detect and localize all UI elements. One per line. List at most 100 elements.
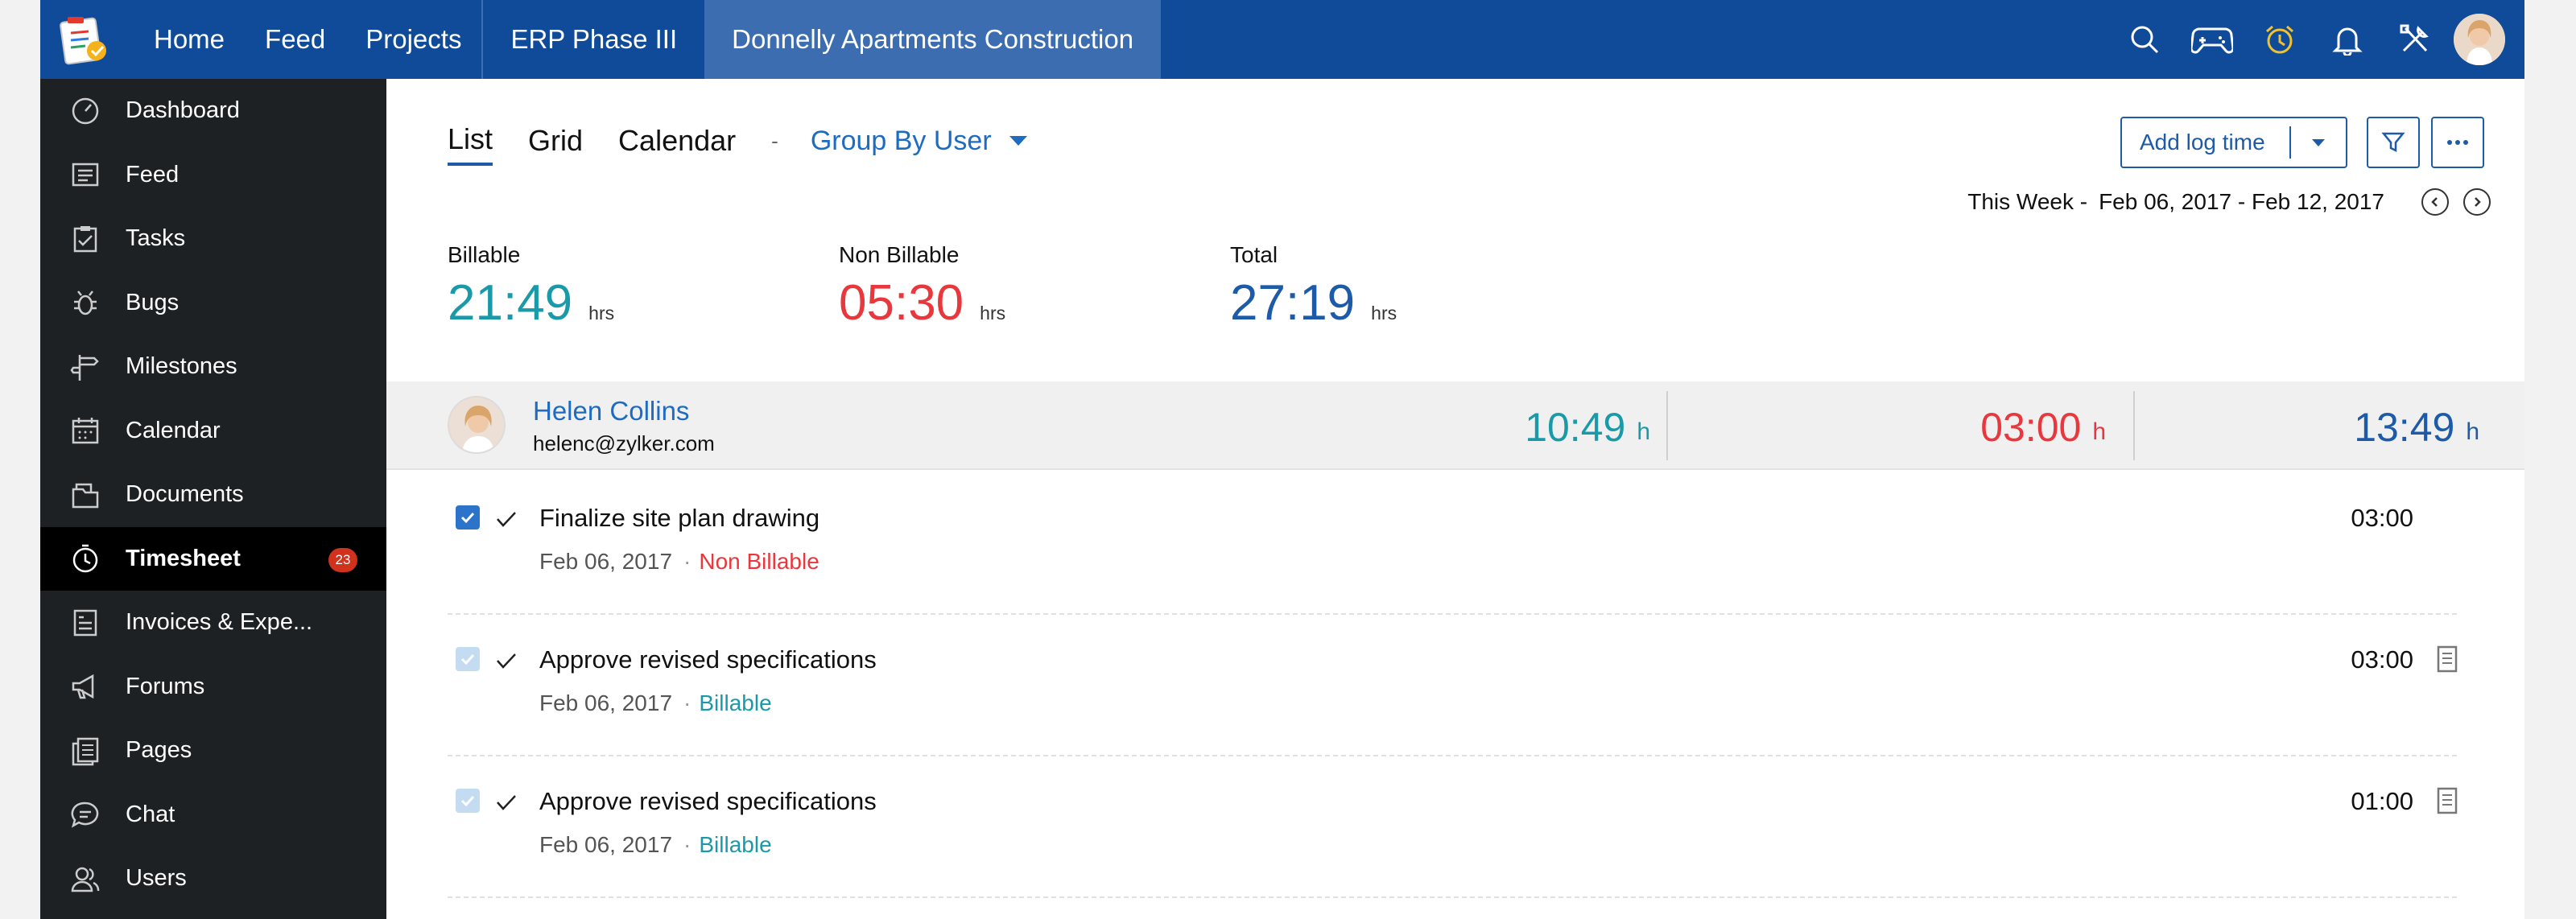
entry-title[interactable]: Approve revised specifications [539,645,877,674]
user-non-billable-value: 03:00 [1980,405,2082,450]
avatar [448,396,506,454]
non-billable-unit: hrs [980,303,1006,324]
add-log-time-label[interactable]: Add log time [2122,126,2291,159]
user-name-link[interactable]: Helen Collins [533,396,689,427]
entry-meta: Feb 06, 2017 · Billable [539,690,772,716]
tab-calendar[interactable]: Calendar [618,124,736,164]
nav-donnelly-apartments[interactable]: Donnelly Apartments Construction [704,0,1162,79]
sidebar-item-documents[interactable]: Documents [40,463,386,527]
list-item[interactable]: Approve revised specifications Feb 06, 2… [448,615,2458,756]
calendar-icon [68,413,103,448]
sidebar-item-pages[interactable]: Pages [40,719,386,783]
approved-check-icon [497,653,516,669]
sidebar-item-invoices[interactable]: Invoices & Expe... [40,591,386,655]
sidebar-item-label: Documents [126,481,244,508]
sidebar-item-milestones[interactable]: Milestones [40,335,386,399]
top-navigation-bar: Home Feed Projects ERP Phase III Donnell… [40,0,2524,79]
user-group-header[interactable]: Helen Collins helenc@zylker.com 10:49 h 0… [386,381,2524,470]
billable-hours: 21:49 [448,275,573,331]
sidebar-item-chat[interactable]: Chat [40,783,386,847]
more-options-button[interactable] [2431,117,2484,168]
alarm-clock-icon[interactable] [2246,0,2314,79]
sidebar: Dashboard Feed Tasks Bugs Milestones Cal… [40,79,386,919]
user-billable-unit: h [1637,418,1650,445]
chevron-left-icon [2431,197,2438,207]
top-icons [2111,0,2524,79]
sidebar-item-label: Feed [126,161,180,188]
invoice-icon[interactable] [2436,787,2458,814]
sidebar-item-feed[interactable]: Feed [40,143,386,208]
user-billable-hours: 10:49 h [1304,393,1650,462]
sidebar-item-forums[interactable]: Forums [40,655,386,719]
bell-icon[interactable] [2314,0,2381,79]
week-label: This Week - [1967,189,2088,214]
bug-icon [68,285,103,320]
entry-title[interactable]: Finalize site plan drawing [539,504,819,533]
billable-label: Billable [448,242,521,267]
tab-list[interactable]: List [448,122,493,166]
column-divider [2133,391,2135,460]
entry-billing-status: Non Billable [699,549,819,574]
entry-checkbox[interactable] [456,505,480,530]
tab-grid[interactable]: Grid [528,124,583,164]
more-dots-icon [2447,140,2468,145]
add-log-time-dropdown[interactable] [2291,138,2346,146]
gamepad-icon[interactable] [2178,0,2246,79]
invoice-icon[interactable] [2436,645,2458,673]
checkmark-icon [460,512,475,524]
entry-billing-status: Billable [699,832,772,857]
tasks-icon [68,221,103,257]
view-separator: - [771,128,778,153]
sidebar-item-dashboard[interactable]: Dashboard [40,79,386,143]
chevron-right-icon [2475,197,2481,207]
timesheet-count-badge: 23 [328,547,357,572]
sidebar-item-label: Forums [126,673,205,699]
sidebar-item-users[interactable]: Users [40,847,386,911]
tools-icon[interactable] [2381,0,2449,79]
checkmark-icon [460,795,475,807]
sidebar-item-label: Bugs [126,289,180,315]
user-non-billable-unit: h [2092,418,2106,445]
nav-feed[interactable]: Feed [245,0,345,79]
search-icon[interactable] [2111,0,2178,79]
total-hours: 27:19 [1230,275,1356,331]
top-nav: Home Feed Projects ERP Phase III Donnell… [134,0,1162,79]
filter-button[interactable] [2367,117,2420,168]
entry-meta: Feb 06, 2017 · Non Billable [539,549,819,575]
user-total-value: 13:49 [2354,405,2455,450]
entry-billing-status: Billable [699,690,772,715]
meta-separator: · [683,549,691,574]
view-switcher: List Grid Calendar - Group By User [448,122,1027,166]
billable-summary: Billable 21:49 hrs [448,242,839,332]
entry-checkbox[interactable] [456,789,480,813]
entry-title[interactable]: Approve revised specifications [539,787,877,816]
app-logo-icon[interactable] [56,12,111,67]
nav-home[interactable]: Home [134,0,245,79]
sidebar-item-calendar[interactable]: Calendar [40,399,386,464]
user-total-unit: h [2466,418,2479,445]
group-by-label: Group By User [810,125,992,156]
entry-date: Feb 06, 2017 [539,690,673,715]
nav-erp-phase-iii[interactable]: ERP Phase III [481,0,704,79]
list-item[interactable]: Approve revised specifications Feb 06, 2… [448,756,2458,898]
entry-time: 03:00 [2351,504,2413,532]
user-avatar[interactable] [2454,14,2505,65]
add-log-time-button[interactable]: Add log time [2120,117,2347,168]
entry-checkbox[interactable] [456,647,480,671]
sidebar-item-timesheet[interactable]: Timesheet 23 [40,526,386,591]
sidebar-item-tasks[interactable]: Tasks [40,207,386,271]
sidebar-item-label: Milestones [126,353,237,380]
non-billable-summary: Non Billable 05:30 hrs [839,242,1230,332]
group-by-dropdown[interactable]: Group By User [811,126,1027,163]
nav-projects[interactable]: Projects [345,0,481,79]
next-week-button[interactable] [2463,188,2491,216]
documents-icon [68,477,103,513]
list-item[interactable]: Finalize site plan drawing Feb 06, 2017 … [448,473,2457,615]
chat-icon [68,797,103,832]
previous-week-button[interactable] [2421,188,2449,216]
week-selector: This Week - Feb 06, 2017 - Feb 12, 2017 [1967,188,2491,216]
total-unit: hrs [1371,303,1397,324]
sidebar-item-bugs[interactable]: Bugs [40,271,386,336]
caret-down-icon [2312,138,2325,146]
user-email: helenc@zylker.com [533,431,715,455]
